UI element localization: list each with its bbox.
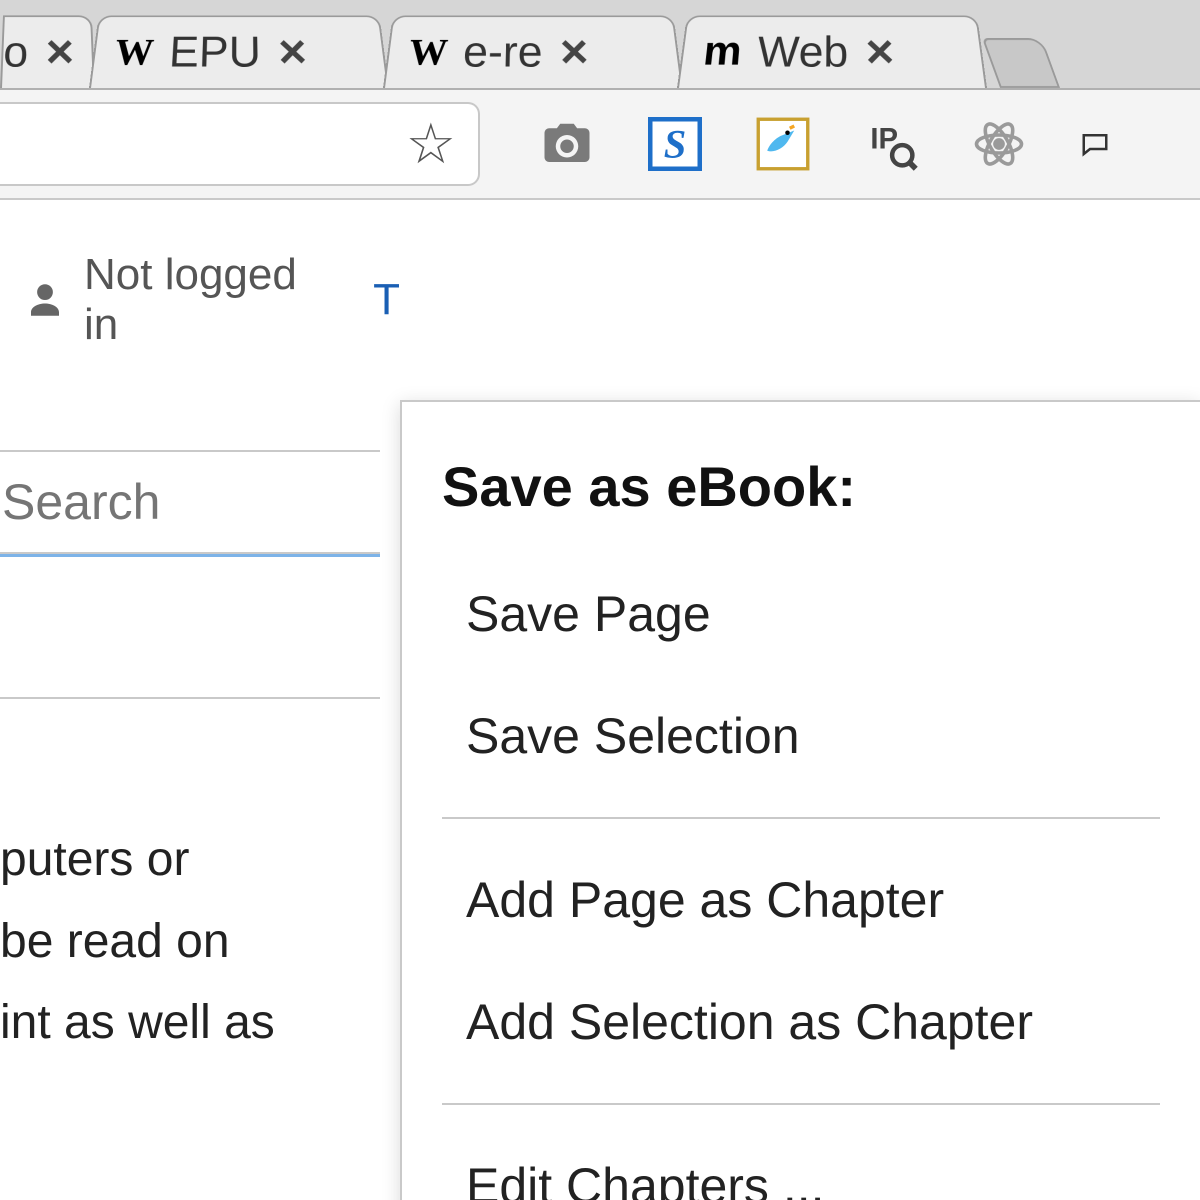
- tab-title: EPU: [168, 27, 262, 77]
- divider: [442, 1103, 1160, 1105]
- save-ebook-popup: Save as eBook: Save Page Save Selection …: [400, 400, 1200, 1200]
- tab-title: o: [2, 27, 28, 77]
- site-favicon-icon: m: [699, 31, 746, 72]
- search-box: [0, 450, 380, 554]
- save-page-item[interactable]: Save Page: [402, 553, 1200, 675]
- edit-chapters-item[interactable]: Edit Chapters ...: [402, 1125, 1200, 1200]
- s-extension-icon[interactable]: S: [648, 117, 702, 171]
- ip-extension-icon[interactable]: IP: [864, 117, 918, 171]
- popup-title: Save as eBook:: [402, 454, 1200, 553]
- extension-icons: S IP: [540, 117, 1110, 171]
- address-bar[interactable]: ☆: [0, 102, 480, 186]
- browser-tab-1[interactable]: W EPU ×: [89, 15, 389, 88]
- close-icon[interactable]: ×: [277, 29, 308, 76]
- user-icon: [24, 279, 66, 321]
- article-text: puters or be read on int as well as: [0, 699, 300, 1064]
- new-tab-button[interactable]: [982, 38, 1060, 88]
- text-line: be read on: [0, 901, 300, 983]
- save-selection-item[interactable]: Save Selection: [402, 675, 1200, 797]
- divider: [442, 817, 1160, 819]
- add-page-chapter-item[interactable]: Add Page as Chapter: [402, 839, 1200, 961]
- not-logged-in-label: Not logged in: [84, 250, 327, 350]
- browser-tab-2[interactable]: W e-re ×: [383, 15, 683, 88]
- camera-icon[interactable]: [540, 117, 594, 171]
- tab-title: Web: [756, 27, 849, 77]
- text-line: puters or: [0, 819, 300, 901]
- browser-toolbar: ☆ S IP: [0, 90, 1200, 200]
- bookmark-star-icon[interactable]: ☆: [406, 111, 456, 177]
- user-links: Not logged in T: [0, 200, 400, 380]
- search-underline: [0, 554, 380, 557]
- page-content: Not logged in T puters or be read on int…: [0, 200, 1200, 1200]
- close-icon[interactable]: ×: [865, 29, 895, 76]
- tab-title: e-re: [462, 27, 543, 77]
- atom-extension-icon[interactable]: [972, 117, 1026, 171]
- bird-extension-icon[interactable]: [756, 117, 810, 171]
- wikipedia-favicon-icon: W: [405, 31, 451, 72]
- browser-tab-3[interactable]: m Web ×: [677, 15, 987, 88]
- add-selection-chapter-item[interactable]: Add Selection as Chapter: [402, 961, 1200, 1083]
- talk-link[interactable]: T: [373, 275, 400, 325]
- wikipedia-favicon-icon: W: [111, 31, 157, 72]
- close-icon[interactable]: ×: [46, 29, 75, 76]
- browser-tab-0[interactable]: o ×: [0, 15, 95, 88]
- tab-strip: o × W EPU × W e-re × m Web ×: [0, 0, 1200, 90]
- search-input[interactable]: [0, 452, 380, 552]
- text-line: int as well as: [0, 982, 300, 1064]
- chat-extension-icon[interactable]: [1080, 117, 1110, 171]
- close-icon[interactable]: ×: [559, 29, 589, 76]
- svg-text:S: S: [664, 122, 687, 167]
